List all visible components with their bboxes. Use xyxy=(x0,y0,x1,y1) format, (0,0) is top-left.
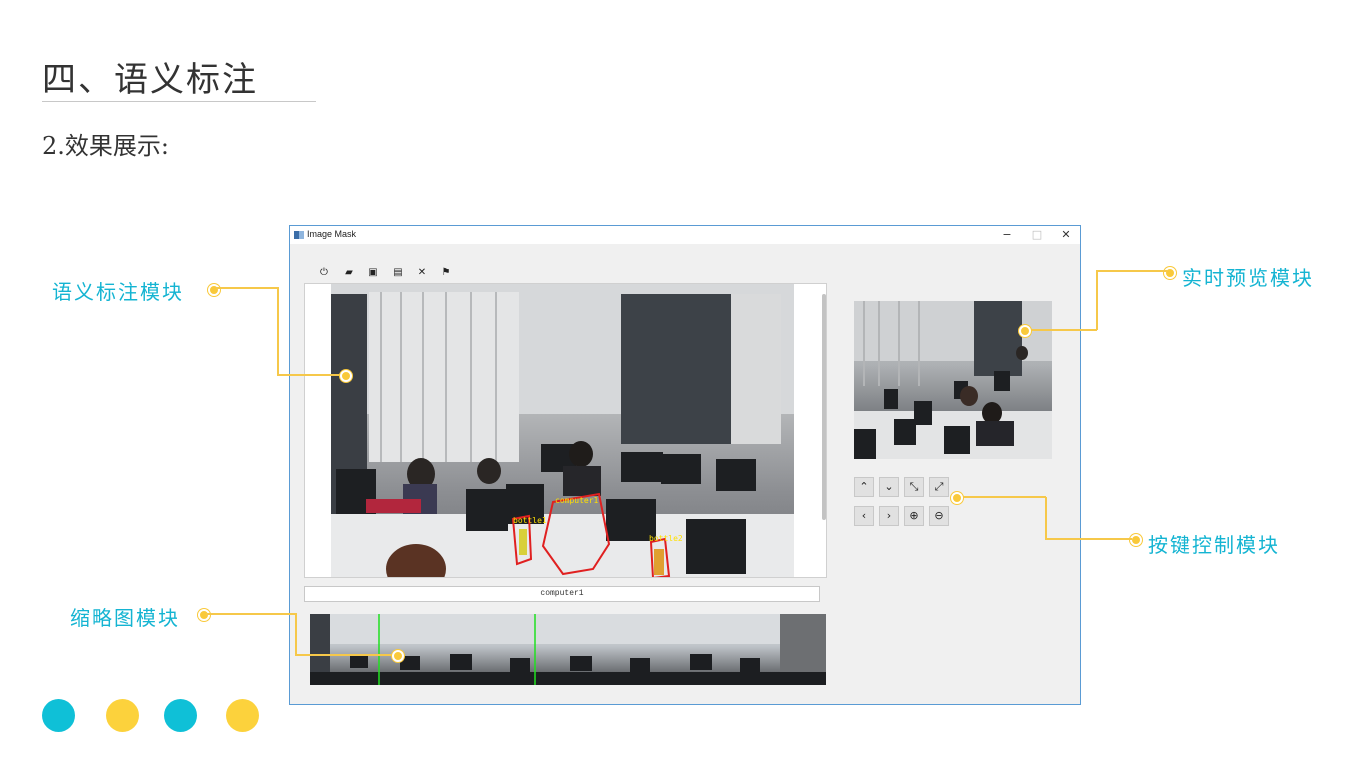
classroom-scene-graphic xyxy=(331,284,794,577)
window-titlebar: Image Mask − □ ✕ xyxy=(290,226,1080,244)
callout-dot xyxy=(951,492,963,504)
slide-subtitle: 2.效果展示: xyxy=(42,132,169,160)
callout-dot xyxy=(392,650,404,662)
open-folder-icon[interactable]: ▰ xyxy=(341,266,357,280)
callout-dot xyxy=(1130,534,1142,546)
callout-line xyxy=(1046,538,1132,540)
title-divider xyxy=(42,101,316,102)
bottle1-mask-label: bottle1 xyxy=(513,516,547,525)
callout-line xyxy=(958,496,1046,498)
right-button[interactable]: › xyxy=(879,506,899,526)
callout-dot xyxy=(208,284,220,296)
left-button[interactable]: ‹ xyxy=(854,506,874,526)
callout-preview-module: 实时预览模块 xyxy=(1182,266,1314,290)
app-window: Image Mask − □ ✕ ⏻ ▰ ▣ ▤ ✕ ⚑ computer1 b… xyxy=(289,225,1081,705)
callout-dot xyxy=(1019,325,1031,337)
label-field[interactable]: computer1 xyxy=(304,586,820,602)
minimize-button[interactable]: − xyxy=(993,227,1021,243)
callout-line xyxy=(1096,270,1098,330)
zoom-out-button[interactable]: ⊖ xyxy=(929,506,949,526)
flag-icon[interactable]: ⚑ xyxy=(438,266,454,280)
decorative-dot xyxy=(226,699,259,732)
thumbnail-strip[interactable] xyxy=(310,614,826,685)
close-button[interactable]: ✕ xyxy=(1052,227,1080,243)
callout-dot xyxy=(1164,267,1176,279)
decorative-dot xyxy=(106,699,139,732)
callout-line xyxy=(295,613,297,655)
callout-line xyxy=(1045,497,1047,540)
expand-button[interactable]: ⤢ xyxy=(929,477,949,497)
up-button[interactable]: ⌃ xyxy=(854,477,874,497)
window-title: Image Mask xyxy=(307,229,357,239)
bottle2-mask-label: bottle2 xyxy=(649,534,683,543)
callout-line xyxy=(216,287,278,289)
decorative-dot xyxy=(164,699,197,732)
down-button[interactable]: ⌄ xyxy=(879,477,899,497)
callout-annotation-module: 语义标注模块 xyxy=(52,280,184,304)
save-icon[interactable]: ▣ xyxy=(365,266,381,280)
close-icon[interactable]: ✕ xyxy=(414,266,430,280)
callout-thumbnail-module: 缩略图模块 xyxy=(70,606,180,630)
callout-line xyxy=(206,613,296,615)
classroom-image: computer1 bottle1 bottle2 xyxy=(331,284,794,577)
maximize-button[interactable]: □ xyxy=(1023,227,1051,243)
callout-line xyxy=(277,287,279,375)
zoom-in-button[interactable]: ⊕ xyxy=(904,506,924,526)
computer-mask-label: computer1 xyxy=(555,496,599,505)
canvas-scrollbar[interactable] xyxy=(822,294,826,520)
thumbnail-scene-graphic xyxy=(310,614,826,685)
save-as-icon[interactable]: ▤ xyxy=(390,266,406,280)
shrink-button[interactable]: ⤡ xyxy=(904,477,924,497)
callout-line xyxy=(1097,270,1167,272)
callout-key-module: 按键控制模块 xyxy=(1148,533,1280,557)
callout-dot xyxy=(198,609,210,621)
callout-line xyxy=(277,374,343,376)
slide-title: 四、语义标注 xyxy=(42,60,258,100)
power-icon[interactable]: ⏻ xyxy=(316,266,332,280)
annotation-canvas[interactable]: computer1 bottle1 bottle2 xyxy=(304,283,827,578)
app-icon xyxy=(294,231,304,239)
callout-line xyxy=(1027,329,1097,331)
callout-dot xyxy=(340,370,352,382)
decorative-dot xyxy=(42,699,75,732)
callout-line xyxy=(295,654,395,656)
